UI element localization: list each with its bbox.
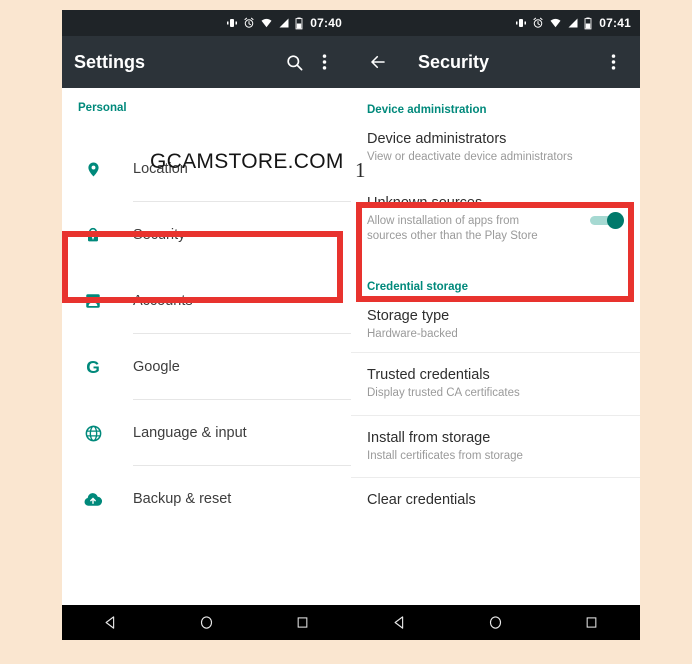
back-triangle-icon (394, 616, 403, 629)
status-time-right: 07:41 (599, 16, 631, 30)
sidebar-item-label: Accounts (133, 293, 193, 309)
lock-icon (78, 225, 108, 245)
row-title: Unknown sources (367, 194, 483, 211)
section-header-credential-storage: Credential storage (367, 280, 468, 293)
row-subtitle: Display trusted CA certificates (367, 387, 520, 400)
sidebar-item-language-input[interactable]: Language & input (62, 400, 351, 466)
section-header-device-administration: Device administration (367, 104, 487, 116)
wifi-icon (261, 18, 272, 28)
search-icon (286, 54, 302, 70)
overflow-menu-button-right[interactable] (598, 47, 628, 77)
search-button[interactable] (279, 47, 309, 77)
battery-icon (584, 17, 592, 29)
status-icons-right (515, 17, 592, 30)
sidebar-item-label: Language & input (133, 425, 247, 441)
google-g-icon: G (78, 357, 108, 377)
battery-icon (295, 17, 303, 29)
back-nav-button[interactable] (363, 47, 393, 77)
toggle-knob (607, 211, 624, 229)
row-title: Device administrators (367, 131, 507, 147)
section-label-personal: Personal (78, 102, 127, 114)
overflow-menu-button-left[interactable] (309, 47, 339, 77)
settings-pane: 07:40 Settings Personal Location Securit… (62, 10, 351, 640)
wifi-icon (550, 18, 561, 28)
security-toolbar: Security (351, 36, 640, 88)
more-vert-icon (611, 54, 615, 70)
unknown-sources-toggle[interactable] (588, 209, 624, 231)
row-title: Install from storage (367, 429, 491, 446)
recents-square-icon (586, 617, 597, 628)
sidebar-item-label: Google (133, 359, 180, 375)
row-device-administrators[interactable]: Device administrators View or deactivate… (351, 122, 640, 177)
settings-toolbar: Settings (62, 36, 351, 88)
security-title: Security (418, 51, 490, 72)
row-storage-type[interactable]: Storage type Hardware-backed (351, 298, 640, 354)
recents-square-icon (297, 617, 308, 628)
row-subtitle: Hardware-backed (367, 327, 458, 340)
back-triangle-icon (105, 616, 114, 629)
status-time-left: 07:40 (310, 16, 342, 30)
row-unknown-sources[interactable]: Unknown sources Allow installation of ap… (351, 176, 640, 265)
annotation-marker-1: 1 (355, 158, 366, 182)
back-button-left[interactable] (90, 605, 130, 640)
sidebar-item-security[interactable]: Security (62, 202, 351, 268)
home-circle-icon (489, 616, 502, 629)
globe-icon (78, 424, 108, 443)
settings-title: Settings (74, 51, 146, 72)
home-circle-icon (200, 616, 213, 629)
row-title: Clear credentials (367, 492, 476, 509)
home-button-left[interactable] (186, 605, 226, 640)
signal-icon (279, 18, 289, 28)
more-vert-icon (322, 54, 326, 70)
backup-cloud-icon (78, 491, 108, 508)
row-subtitle: View or deactivate device administrators (367, 151, 573, 163)
signal-icon (568, 18, 578, 28)
recents-button-right[interactable] (572, 605, 612, 640)
row-trusted-credentials[interactable]: Trusted credentials Display trusted CA c… (351, 353, 640, 416)
row-title: Trusted credentials (367, 367, 490, 384)
row-subtitle: Install certificates from storage (367, 449, 523, 462)
status-bar-right: 07:41 (351, 10, 640, 36)
vibrate-icon (227, 19, 238, 27)
svg-text:G: G (86, 357, 100, 377)
sidebar-item-accounts[interactable]: Accounts (62, 268, 351, 334)
recents-button-left[interactable] (283, 605, 323, 640)
screenshot-frame: 07:40 Settings Personal Location Securit… (62, 10, 640, 640)
account-box-icon (78, 292, 108, 310)
security-pane: 07:41 Security Device administration Dev… (351, 10, 640, 640)
status-bar-left: 07:40 (62, 10, 351, 36)
sidebar-item-backup-reset[interactable]: Backup & reset (62, 466, 351, 532)
location-pin-icon (78, 159, 108, 180)
alarm-icon (244, 17, 254, 28)
sidebar-item-label: Security (133, 227, 186, 243)
row-subtitle: Allow installation of apps from sources … (367, 214, 538, 243)
nav-bar-left (62, 605, 351, 640)
sidebar-item-google[interactable]: G Google (62, 334, 351, 400)
status-icons-left (226, 17, 303, 30)
home-button-right[interactable] (475, 605, 515, 640)
alarm-icon (533, 17, 543, 28)
sidebar-item-label: Backup & reset (133, 491, 232, 507)
arrow-back-icon (371, 55, 385, 69)
row-install-from-storage[interactable]: Install from storage Install certificate… (351, 415, 640, 479)
security-list[interactable]: Device administration Device administrat… (351, 88, 640, 605)
watermark-text: GCAMSTORE.COM (150, 150, 344, 173)
vibrate-icon (516, 19, 527, 27)
nav-bar-right (351, 605, 640, 640)
back-button-right[interactable] (379, 605, 419, 640)
row-title: Storage type (367, 307, 450, 324)
row-clear-credentials[interactable]: Clear credentials (351, 478, 640, 523)
